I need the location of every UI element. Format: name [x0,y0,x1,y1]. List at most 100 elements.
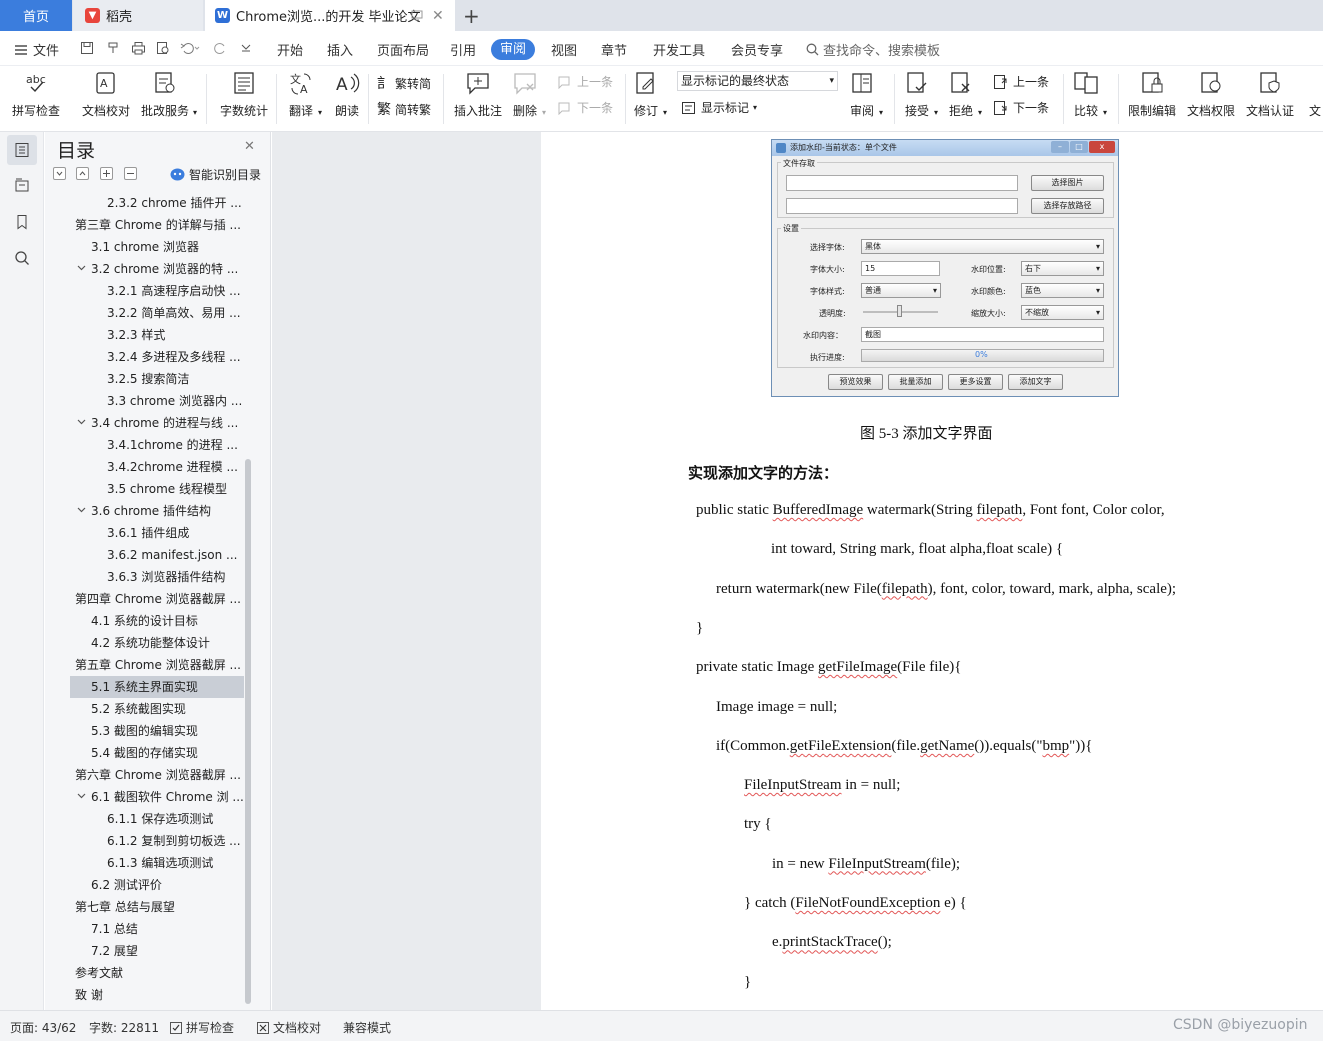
revise-service-button[interactable]: 批改服务 ▾ [141,70,197,119]
customize-toolbar-icon[interactable] [240,43,252,53]
redo-icon[interactable] [214,41,228,55]
toc-item[interactable]: 5.2 系统截图实现 [70,698,244,720]
doc-cert-button[interactable]: 文档认证 [1246,70,1294,119]
toc-item[interactable]: 第六章 Chrome 浏览器截屏 ... [70,764,244,786]
toc-item[interactable]: 3.6.1 插件组成 [70,522,244,544]
toc-item[interactable]: 3.2.2 简单高效、易用 ... [70,302,244,324]
toc-item[interactable]: 3.2.3 样式 [70,324,244,346]
toc-item[interactable]: 5.4 截图的存储实现 [70,742,244,764]
toc-item[interactable]: 第四章 Chrome 浏览器截屏 ... [70,588,244,610]
toc-item[interactable]: 4.1 系统的设计目标 [70,610,244,632]
next-change-button[interactable]: 下一条 [993,99,1049,116]
toc-item[interactable]: 3.3 chrome 浏览器内 ... [70,390,244,412]
restrict-edit-button[interactable]: 限制编辑 [1128,70,1176,119]
trad-to-simp-button[interactable]: 訁 繁转简 [377,73,431,93]
toc-item[interactable]: 3.4 chrome 的进程与线 ... [70,412,244,434]
print-icon[interactable] [131,41,146,55]
toc-item[interactable]: 3.5 chrome 线程模型 [70,478,244,500]
menu-item-developer[interactable]: 开发工具 [653,40,705,59]
menu-item-page-layout[interactable]: 页面布局 [377,40,429,59]
toc-scrollbar[interactable] [245,459,251,1004]
add-heading-icon[interactable] [100,167,113,180]
close-icon[interactable]: ✕ [244,139,255,154]
toc-item[interactable]: 第三章 Chrome 的详解与插 ... [70,214,244,236]
toc-item[interactable]: 5.1 系统主界面实现 [70,676,244,698]
pin-window-icon[interactable] [411,9,423,21]
collapse-all-icon[interactable] [76,167,89,180]
tab-home[interactable]: 首页 [0,0,72,31]
toc-item[interactable]: 3.2.5 搜索简洁 [70,368,244,390]
new-tab-button[interactable]: + [463,0,480,31]
chevron-down-icon[interactable] [77,419,86,425]
toc-item[interactable]: 第五章 Chrome 浏览器截屏 ... [70,654,244,676]
toc-item[interactable]: 6.1 截图软件 Chrome 浏 ... [70,786,244,808]
bookmark-button[interactable] [7,207,37,237]
toc-item[interactable]: 3.6.3 浏览器插件结构 [70,566,244,588]
toc-item[interactable]: 6.2 测试评价 [70,874,244,896]
toc-item[interactable]: 致 谢 [70,984,244,1006]
smart-toc-button[interactable]: 智能识别目录 [170,166,261,183]
command-search[interactable]: 查找命令、搜索模板 [806,40,940,59]
toc-panel-button[interactable] [7,135,37,165]
toc-item[interactable]: 3.6 chrome 插件结构 [70,500,244,522]
toc-item[interactable]: 6.1.1 保存选项测试 [70,808,244,830]
toc-item[interactable]: 6.1.3 编辑选项测试 [70,852,244,874]
tab-daoke[interactable]: ▼ 稻壳 [73,0,203,31]
chevron-down-icon[interactable] [77,793,86,799]
find-button[interactable] [7,243,37,273]
toc-item[interactable]: 参考文献 [70,962,244,984]
menu-item-view[interactable]: 视图 [551,40,577,59]
chapter-nav-button[interactable] [7,170,37,200]
read-aloud-button[interactable]: A 朗读 [334,70,360,119]
toc-item[interactable]: 3.4.1chrome 的进程 ... [70,434,244,456]
doc-proof-toggle[interactable]: 文档校对 [257,1019,321,1036]
prev-comment-button[interactable]: 上一条 [557,73,613,90]
accept-button[interactable]: 接受 ▾ [904,70,938,119]
toc-item[interactable]: 3.6.2 manifest.json ... [70,544,244,566]
toc-item[interactable]: 6.1.2 复制到剪切板选 ... [70,830,244,852]
file-menu[interactable]: 文件 [14,40,59,59]
menu-item-review[interactable]: 审阅 [491,39,535,60]
track-changes-button[interactable]: 修订 ▾ [633,70,667,119]
print-preview-icon[interactable] [156,41,170,55]
delete-comment-button[interactable]: 删除 ▾ [512,70,546,119]
toc-item[interactable]: 第七章 总结与展望 [70,896,244,918]
word-count-button[interactable]: 字数统计 [220,70,268,119]
toc-item[interactable]: 7.1 总结 [70,918,244,940]
reject-button[interactable]: 拒绝 ▾ [948,70,982,119]
undo-icon[interactable] [180,41,200,55]
doc-proof-button[interactable]: A 文档校对 [82,70,130,119]
page-indicator[interactable]: 页面: 43/62 [10,1019,76,1036]
insert-comment-button[interactable]: 插入批注 [454,70,502,119]
close-tab-icon[interactable]: ✕ [432,8,444,24]
menu-item-insert[interactable]: 插入 [327,40,353,59]
remove-heading-icon[interactable] [124,167,137,180]
toc-item[interactable]: 5.3 截图的编辑实现 [70,720,244,742]
menu-item-start[interactable]: 开始 [277,40,303,59]
review-pane-button[interactable]: 审阅 ▾ [849,70,883,119]
chevron-down-icon[interactable] [77,507,86,513]
toc-item[interactable]: 3.4.2chrome 进程模 ... [70,456,244,478]
doc-overflow-button[interactable]: 文 [1307,70,1323,119]
tab-document[interactable]: W Chrome浏览...的开发 毕业论文 ✕ [205,0,455,31]
toc-item[interactable]: 3.2 chrome 浏览器的特 ... [70,258,244,280]
spell-check-button[interactable]: abc 拼写检查 [12,70,60,119]
word-count-indicator[interactable]: 字数: 22811 [89,1019,159,1036]
prev-change-button[interactable]: 上一条 [993,73,1049,90]
toc-item[interactable]: 7.2 展望 [70,940,244,962]
toc-item[interactable]: 3.1 chrome 浏览器 [70,236,244,258]
markup-display-select[interactable]: 显示标记的最终状态 ▾ [677,71,838,91]
document-page[interactable]: 添加水印-当前状态：单个文件 – □ x 文件存取 选择图片 选择存放路径 设置… [541,132,1323,1010]
save-icon[interactable] [80,41,94,55]
toc-item[interactable]: 2.3.2 chrome 插件开 ... [70,192,244,214]
translate-button[interactable]: 文A 翻译 ▾ [288,70,322,119]
chevron-down-icon[interactable] [77,265,86,271]
simp-to-trad-button[interactable]: 繁 简转繁 [377,99,431,119]
menu-item-member[interactable]: 会员专享 [731,40,783,59]
toc-item[interactable]: 4.2 系统功能整体设计 [70,632,244,654]
doc-permission-button[interactable]: 文档权限 [1187,70,1235,119]
format-painter-icon[interactable] [106,41,120,55]
menu-item-chapter[interactable]: 章节 [601,40,627,59]
toc-item[interactable]: 3.2.4 多进程及多线程 ... [70,346,244,368]
menu-item-references[interactable]: 引用 [450,40,476,59]
